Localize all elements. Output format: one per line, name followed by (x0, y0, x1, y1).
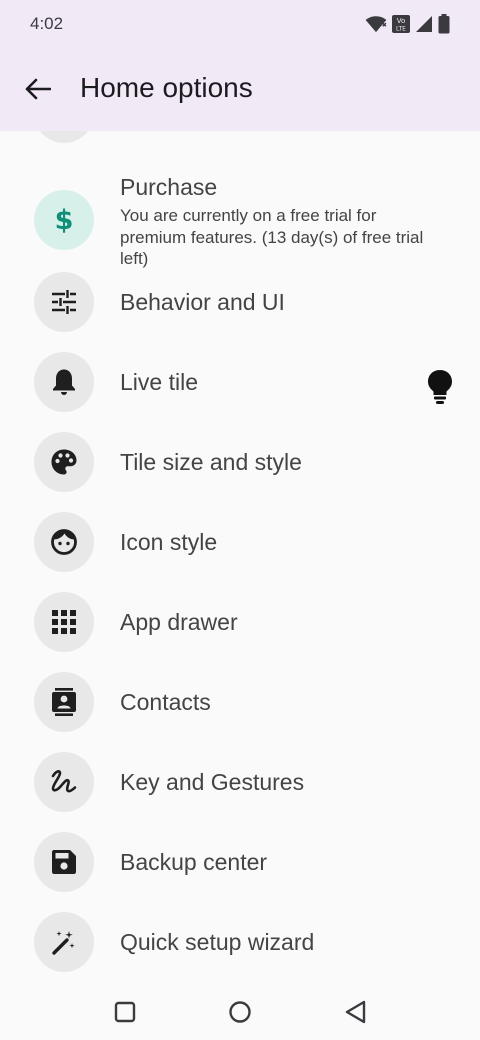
contacts-label: Contacts (120, 689, 211, 715)
dollar-icon: $ (54, 204, 74, 236)
key-gestures-item[interactable]: Key and Gestures (0, 742, 480, 822)
icon-style-label: Icon style (120, 529, 218, 555)
gesture-icon (51, 770, 77, 793)
svg-text:Vo: Vo (397, 17, 406, 25)
save-icon (52, 850, 76, 874)
quick-setup-wizard-label: Quick setup wizard (120, 929, 315, 955)
nav-back-button[interactable] (330, 990, 380, 1034)
bell-icon (53, 369, 75, 395)
svg-text:LTE: LTE (396, 26, 406, 33)
quick-setup-wizard-icon-circle (34, 912, 94, 972)
status-time: 4:02 (30, 14, 64, 33)
key-gestures-label: Key and Gestures (120, 769, 305, 795)
volte-icon: Vo LTE (392, 15, 410, 33)
live-tile-item[interactable]: Live tile (0, 342, 480, 422)
palette-icon (51, 449, 77, 475)
recents-icon (114, 1001, 136, 1023)
battery-icon (438, 14, 450, 34)
backup-center-item[interactable]: Backup center (0, 822, 480, 902)
app-drawer-label: App drawer (120, 609, 238, 635)
purchase-description: You are currently on a free trial for pr… (120, 206, 424, 268)
back-button[interactable] (14, 65, 62, 113)
purchase-item[interactable]: $ Purchase You are currently on a free t… (0, 143, 480, 277)
tile-size-style-icon-circle (34, 432, 94, 492)
partial-list-item-icon (34, 131, 94, 143)
contacts-icon-circle (34, 672, 94, 732)
key-gestures-icon-circle (34, 752, 94, 812)
arrow-back-icon (25, 78, 51, 100)
recents-button[interactable] (100, 990, 150, 1034)
wifi-icon (365, 16, 387, 33)
app-drawer-icon-circle (34, 592, 94, 652)
backup-center-label: Backup center (120, 849, 268, 875)
home-icon (229, 1001, 251, 1023)
purchase-label: Purchase (120, 174, 218, 200)
system-navigation-bar (0, 980, 480, 1040)
settings-list[interactable]: $ Purchase You are currently on a free t… (0, 131, 480, 980)
lightbulb-icon[interactable] (425, 369, 455, 405)
home-button[interactable] (215, 990, 265, 1034)
purchase-icon-circle: $ (34, 190, 94, 250)
contacts-item[interactable]: Contacts (0, 662, 480, 742)
status-bar: 4:02 Vo LTE (0, 0, 480, 48)
top-app-bar-container: 4:02 Vo LTE Home options (0, 0, 480, 131)
face-icon (51, 529, 77, 555)
behavior-ui-label: Behavior and UI (120, 289, 285, 315)
back-icon (345, 1000, 366, 1024)
live-tile-label: Live tile (120, 369, 198, 395)
quick-setup-wizard-item[interactable]: Quick setup wizard (0, 902, 480, 980)
behavior-ui-icon-circle (34, 272, 94, 332)
app-drawer-item[interactable]: App drawer (0, 582, 480, 662)
signal-icon (416, 16, 432, 32)
tile-size-style-item[interactable]: Tile size and style (0, 422, 480, 502)
app-bar: Home options (0, 48, 480, 131)
status-icons: Vo LTE (365, 13, 450, 35)
contacts-icon (52, 688, 76, 716)
apps-grid-icon (52, 610, 76, 634)
icon-style-icon-circle (34, 512, 94, 572)
live-tile-icon-circle (34, 352, 94, 412)
tune-icon (52, 290, 76, 314)
tile-size-style-label: Tile size and style (120, 449, 302, 475)
backup-center-icon-circle (34, 832, 94, 892)
page-title: Home options (80, 72, 253, 103)
behavior-ui-item[interactable]: Behavior and UI (0, 262, 480, 342)
magic-wand-icon (52, 931, 75, 955)
icon-style-item[interactable]: Icon style (0, 502, 480, 582)
